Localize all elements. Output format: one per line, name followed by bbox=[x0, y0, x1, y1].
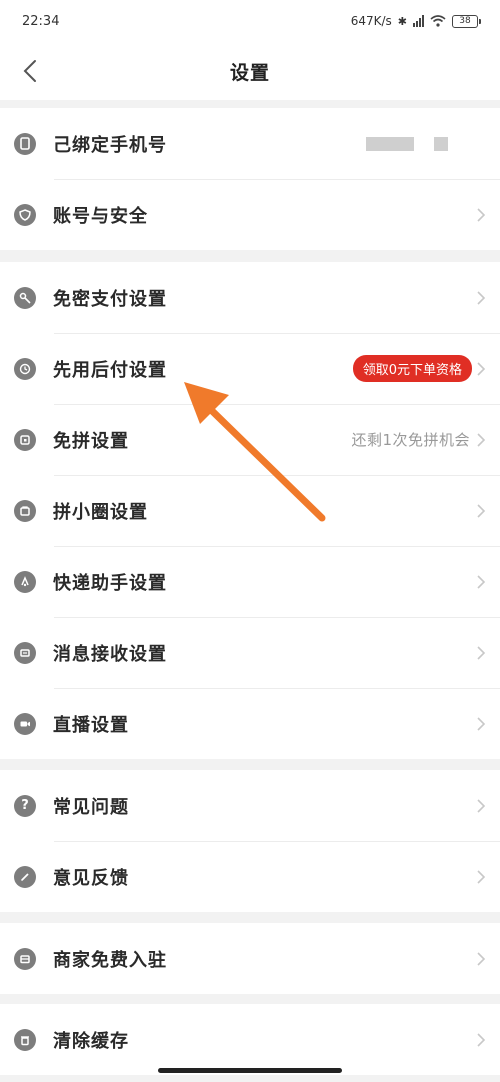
cellular-signal-icon bbox=[413, 15, 424, 27]
status-time: 22:34 bbox=[22, 13, 60, 29]
status-bar: 22:34 647K/s ✱ 38 bbox=[0, 0, 500, 42]
row-label: 己绑定手机号 bbox=[53, 134, 167, 156]
chevron-left-icon bbox=[23, 60, 36, 82]
bluetooth-icon: ✱ bbox=[397, 14, 407, 28]
settings-group-merchant: 商家免费入驻 bbox=[0, 923, 500, 994]
row-password-free-payment[interactable]: 免密支付设置 bbox=[0, 262, 500, 333]
row-group-free-settings[interactable]: 免拼设置 还剩1次免拼机会 bbox=[0, 404, 500, 475]
row-extra-text: 还剩1次免拼机会 bbox=[351, 431, 470, 449]
message-icon bbox=[14, 641, 36, 664]
chevron-right-icon bbox=[477, 290, 486, 305]
pencil-icon bbox=[14, 865, 36, 888]
chevron-right-icon bbox=[477, 361, 486, 376]
battery-icon: 38 bbox=[452, 14, 481, 28]
key-icon bbox=[14, 286, 36, 309]
chevron-right-icon bbox=[477, 716, 486, 731]
row-faq[interactable]: ? 常见问题 bbox=[0, 770, 500, 841]
promo-badge[interactable]: 领取0元下单资格 bbox=[352, 355, 472, 382]
row-merchant-join[interactable]: 商家免费入驻 bbox=[0, 923, 500, 994]
row-label: 消息接收设置 bbox=[53, 643, 167, 665]
settings-group-cache: 清除缓存 bbox=[0, 1004, 500, 1075]
shield-icon bbox=[14, 203, 36, 226]
status-icons: 647K/s ✱ 38 bbox=[350, 14, 481, 28]
row-feedback[interactable]: 意见反馈 bbox=[0, 841, 500, 912]
chevron-right-icon bbox=[477, 432, 486, 447]
chevron-right-icon bbox=[477, 503, 486, 518]
wifi-icon bbox=[430, 15, 446, 27]
home-indicator[interactable] bbox=[158, 1068, 342, 1073]
video-icon bbox=[14, 712, 36, 735]
row-label: 拼小圈设置 bbox=[53, 501, 148, 523]
chevron-right-icon bbox=[477, 645, 486, 660]
row-delivery-assistant-settings[interactable]: 快递助手设置 bbox=[0, 546, 500, 617]
row-social-circle-settings[interactable]: 拼小圈设置 bbox=[0, 475, 500, 546]
square-icon bbox=[14, 428, 36, 451]
phone-icon bbox=[14, 132, 36, 155]
row-label: 常见问题 bbox=[53, 796, 129, 818]
clock-icon bbox=[14, 357, 36, 380]
chevron-right-icon bbox=[477, 207, 486, 222]
row-label: 免拼设置 bbox=[53, 430, 129, 452]
row-message-settings[interactable]: 消息接收设置 bbox=[0, 617, 500, 688]
row-label: 清除缓存 bbox=[53, 1030, 129, 1052]
back-button[interactable] bbox=[14, 55, 46, 87]
chevron-right-icon bbox=[477, 1032, 486, 1047]
row-label: 先用后付设置 bbox=[53, 359, 167, 381]
row-label: 商家免费入驻 bbox=[53, 949, 167, 971]
bag-icon bbox=[14, 499, 36, 522]
row-label: 快递助手设置 bbox=[53, 572, 167, 594]
trash-icon bbox=[14, 1028, 36, 1051]
settings-group-help: ? 常见问题 意见反馈 bbox=[0, 770, 500, 912]
settings-group-features: 免密支付设置 先用后付设置 领取0元下单资格 免拼设置 还剩1次免拼机会 拼小圈… bbox=[0, 262, 500, 759]
net-speed: 647K/s bbox=[350, 14, 392, 28]
row-label: 直播设置 bbox=[53, 714, 129, 736]
row-live-settings[interactable]: 直播设置 bbox=[0, 688, 500, 759]
row-pay-later-settings[interactable]: 先用后付设置 领取0元下单资格 bbox=[0, 333, 500, 404]
nav-bar: 设置 bbox=[0, 42, 500, 100]
row-bound-phone[interactable]: 己绑定手机号 bbox=[0, 108, 500, 179]
page-title: 设置 bbox=[229, 61, 270, 84]
delivery-icon bbox=[14, 570, 36, 593]
row-label: 意见反馈 bbox=[53, 867, 129, 889]
row-clear-cache[interactable]: 清除缓存 bbox=[0, 1004, 500, 1075]
question-icon: ? bbox=[14, 794, 36, 817]
chevron-right-icon bbox=[477, 798, 486, 813]
row-label: 账号与安全 bbox=[53, 205, 148, 227]
masked-phone-number bbox=[366, 136, 448, 151]
chevron-right-icon bbox=[477, 869, 486, 884]
settings-group-account: 己绑定手机号 账号与安全 bbox=[0, 108, 500, 250]
chevron-right-icon bbox=[477, 951, 486, 966]
row-label: 免密支付设置 bbox=[53, 288, 167, 310]
store-icon bbox=[14, 947, 36, 970]
chevron-right-icon bbox=[477, 574, 486, 589]
row-account-security[interactable]: 账号与安全 bbox=[0, 179, 500, 250]
